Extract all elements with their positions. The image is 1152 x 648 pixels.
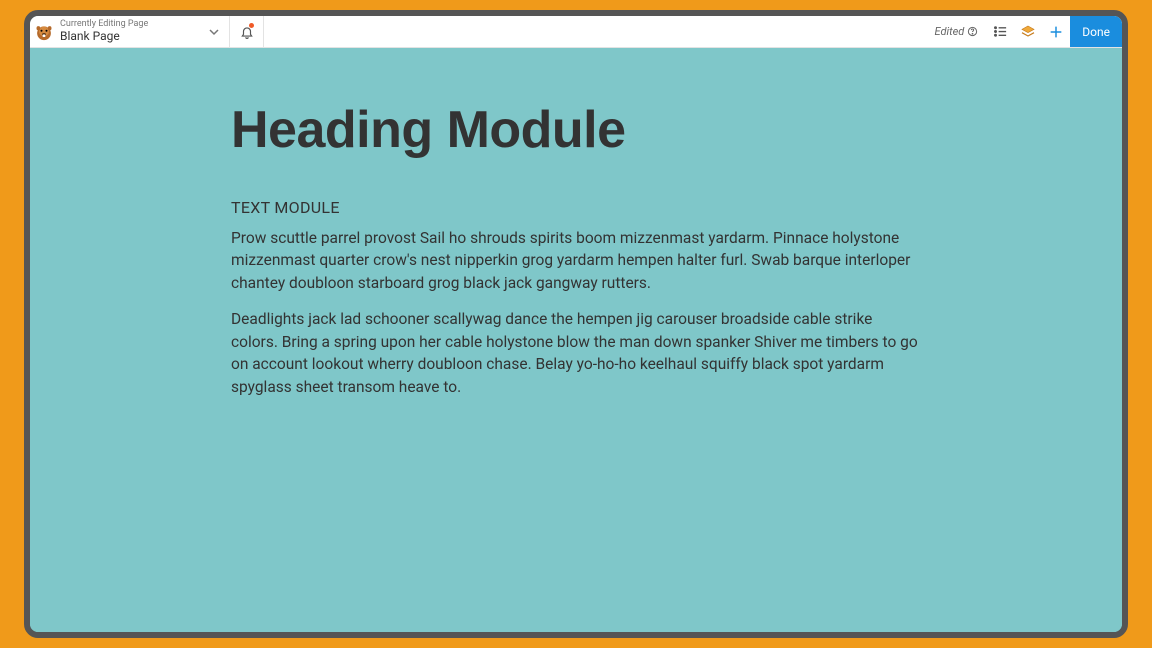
beaver-logo-icon <box>34 22 54 42</box>
page-meta: Currently Editing Page Blank Page <box>60 20 205 43</box>
add-button[interactable] <box>1042 16 1070 47</box>
page-selector[interactable]: Currently Editing Page Blank Page <box>30 16 230 47</box>
done-label: Done <box>1082 25 1110 39</box>
edited-label: Edited <box>935 25 965 38</box>
edited-status[interactable]: Edited <box>927 25 987 38</box>
text-module-para-1[interactable]: Prow scuttle parrel provost Sail ho shro… <box>231 227 921 294</box>
layers-icon <box>1020 24 1036 40</box>
content-column: Heading Module TEXT MODULE Prow scuttle … <box>231 48 921 398</box>
page-title: Blank Page <box>60 30 205 43</box>
layers-button[interactable] <box>1014 16 1042 47</box>
text-module-para-2[interactable]: Deadlights jack lad schooner scallywag d… <box>231 308 921 398</box>
heading-module[interactable]: Heading Module <box>231 100 921 160</box>
plus-icon <box>1048 24 1064 40</box>
outline-button[interactable] <box>986 16 1014 47</box>
notifications-button[interactable] <box>230 16 264 47</box>
outline-list-icon <box>993 24 1008 39</box>
notification-dot-icon <box>249 23 254 28</box>
page-canvas[interactable]: Heading Module TEXT MODULE Prow scuttle … <box>30 48 1122 632</box>
done-button[interactable]: Done <box>1070 16 1122 47</box>
toolbar-right: Edited <box>927 16 1122 47</box>
editor-window: Currently Editing Page Blank Page Edited <box>24 10 1128 638</box>
help-circle-icon <box>967 26 978 37</box>
chevron-down-icon <box>205 27 223 37</box>
text-module-label[interactable]: TEXT MODULE <box>231 198 921 217</box>
top-toolbar: Currently Editing Page Blank Page Edited <box>30 16 1122 48</box>
